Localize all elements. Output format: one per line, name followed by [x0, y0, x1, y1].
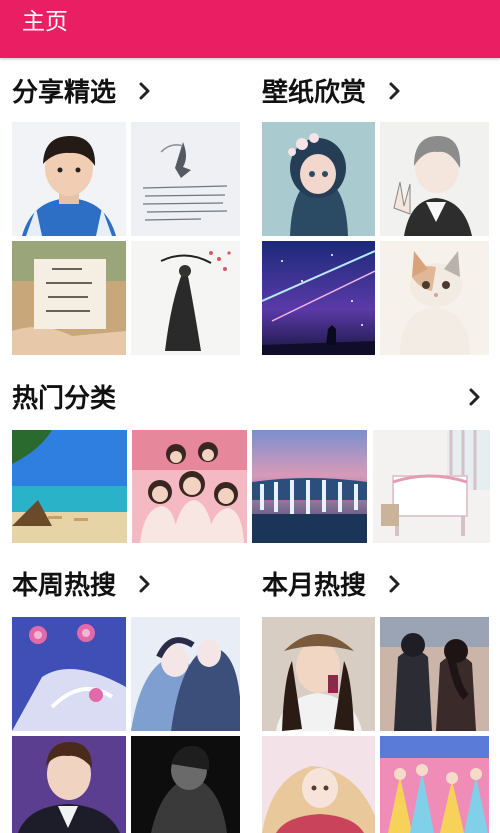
monthly-thumb-couple-backs[interactable]	[380, 617, 489, 731]
wallpaper-thumb-starry-sky[interactable]	[262, 241, 375, 355]
wallpaper-thumb-anime-boy[interactable]	[380, 122, 489, 236]
section-title-wallpaper[interactable]: 壁纸欣赏	[262, 76, 366, 110]
share-thumb-handwritten-note[interactable]	[131, 122, 240, 236]
section-title-share[interactable]: 分享精选	[12, 76, 116, 110]
chevron-right-icon[interactable]	[386, 80, 404, 102]
category-thumb-group-photo[interactable]	[132, 430, 247, 543]
chevron-right-icon[interactable]	[136, 80, 154, 102]
page-title: 主页	[22, 9, 68, 35]
app-bar: 主页	[0, 0, 500, 58]
chevron-right-icon[interactable]	[386, 573, 404, 595]
weekly-thumb-anime-couple[interactable]	[131, 617, 240, 731]
monthly-thumb-princesses[interactable]	[380, 736, 489, 833]
wallpaper-thumb-anime-girl[interactable]	[262, 122, 375, 236]
category-thumb-beach[interactable]	[12, 430, 127, 543]
section-title-weekly-trending[interactable]: 本周热搜	[12, 569, 116, 603]
monthly-thumb-anime-blonde[interactable]	[262, 736, 375, 833]
weekly-thumb-anime-flowers[interactable]	[12, 617, 126, 731]
section-title-hot-categories[interactable]: 热门分类	[12, 382, 116, 416]
chevron-right-icon[interactable]	[136, 573, 154, 595]
wallpaper-thumb-kitten[interactable]	[380, 241, 489, 355]
weekly-thumb-boy-suit[interactable]	[12, 736, 126, 833]
chevron-right-icon[interactable]	[466, 386, 484, 408]
weekly-thumb-dark-portrait[interactable]	[131, 736, 240, 833]
monthly-thumb-girl-hat[interactable]	[262, 617, 375, 731]
share-thumb-ink-painting[interactable]	[131, 241, 240, 355]
section-title-monthly-trending[interactable]: 本月热搜	[262, 569, 366, 603]
share-thumb-boy-portrait[interactable]	[12, 122, 126, 236]
category-thumb-nursery-room[interactable]	[373, 430, 490, 543]
category-thumb-waterfall[interactable]	[252, 430, 367, 543]
share-thumb-hand-note[interactable]	[12, 241, 126, 355]
